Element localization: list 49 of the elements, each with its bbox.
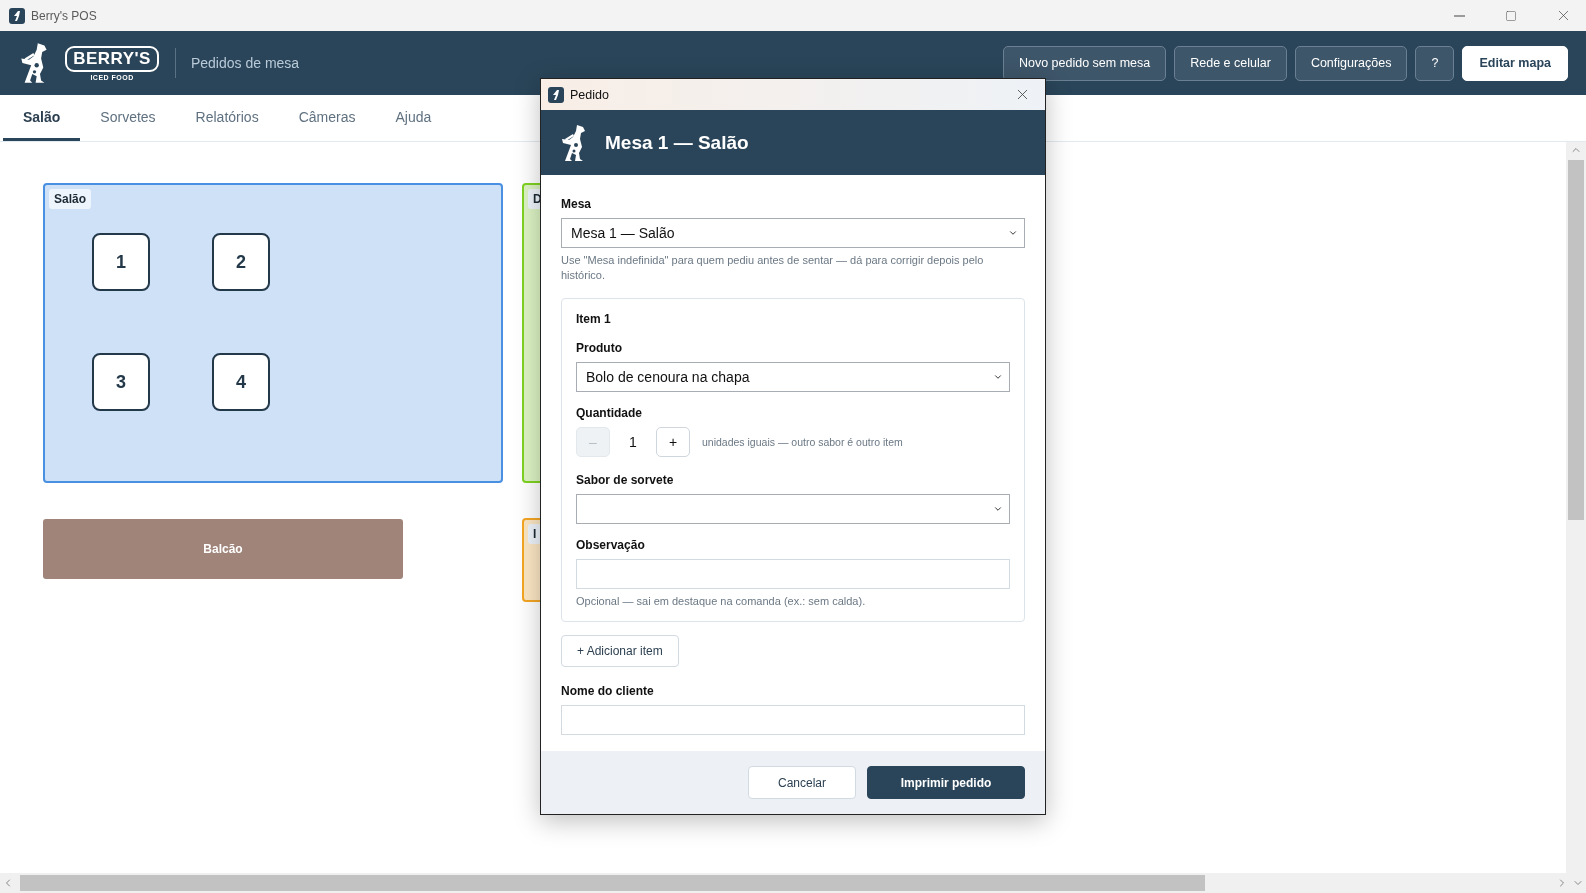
footer-button[interactable]: Cancelar <box>748 766 856 799</box>
table-button[interactable]: 1 <box>92 233 150 291</box>
maximize-icon <box>1505 9 1517 22</box>
product-select[interactable]: Bolo de cenoura na chapa <box>576 362 1010 392</box>
chevron-down-icon <box>993 504 1003 514</box>
header-button[interactable]: Novo pedido sem mesa <box>1002 45 1167 81</box>
minimize-icon <box>1453 14 1465 17</box>
vertical-scrollbar[interactable] <box>1566 142 1586 873</box>
app-icon <box>9 7 25 24</box>
table-button[interactable]: 2 <box>212 233 270 291</box>
page-title: Pedidos de mesa <box>190 55 301 71</box>
header-button[interactable]: Editar mapa <box>1462 45 1568 81</box>
horizontal-scrollbar[interactable] <box>0 873 1586 893</box>
zone-label: Salão <box>49 189 91 209</box>
window-title: Berry's POS <box>31 8 98 23</box>
tab[interactable]: Relatórios <box>175 95 279 141</box>
logo-name: BERRY'S <box>65 45 159 72</box>
quantity-hint: unidades iguais — outro sabor é outro item <box>702 436 903 448</box>
add-item-button[interactable]: + Adicionar item <box>561 635 679 667</box>
tab[interactable]: Sorvetes <box>80 95 176 141</box>
field-label: Produto <box>576 341 623 355</box>
field-label: Mesa <box>561 197 593 211</box>
field-label: Sabor de sorvete <box>576 473 675 487</box>
header-button[interactable]: Rede e celular <box>1174 45 1287 81</box>
note-input[interactable] <box>576 559 1010 589</box>
header-button[interactable]: Configurações <box>1294 45 1408 81</box>
dialog-heading: Mesa 1 — Salão <box>605 131 749 154</box>
chevron-down-icon <box>993 372 1003 382</box>
table-select[interactable]: Mesa 1 — Salão <box>561 218 1025 248</box>
field-label: Quantidade <box>576 406 643 420</box>
tab[interactable]: Ajuda <box>375 95 452 141</box>
field-label: Observação <box>576 538 646 552</box>
dialog-title: Pedido <box>570 87 610 102</box>
quantity-value: 1 <box>628 434 638 450</box>
header-button[interactable]: ? <box>1415 45 1455 81</box>
table-button[interactable]: 3 <box>92 353 150 411</box>
tab[interactable]: Câmeras <box>278 95 376 141</box>
tab[interactable]: Salão <box>3 95 81 141</box>
table-button[interactable]: 4 <box>212 353 270 411</box>
help-text: Use "Mesa indefinida" para quem pediu antes de sentar — dá para corrigir depois pelo histórico. <box>561 253 985 283</box>
item-title: Item 1 <box>576 312 612 326</box>
increment-button[interactable]: + <box>656 427 690 457</box>
flavor-select[interactable] <box>576 494 1010 524</box>
footer-button[interactable]: Imprimir pedido <box>867 766 1025 799</box>
field-label: Nome do cliente <box>561 684 655 698</box>
chevron-down-icon <box>1008 228 1018 238</box>
customer-name-input[interactable] <box>561 705 1025 735</box>
app-icon <box>548 86 564 103</box>
note-hint: Opcional — sai em destaque na comanda (ex.: sem calda). <box>576 594 867 609</box>
